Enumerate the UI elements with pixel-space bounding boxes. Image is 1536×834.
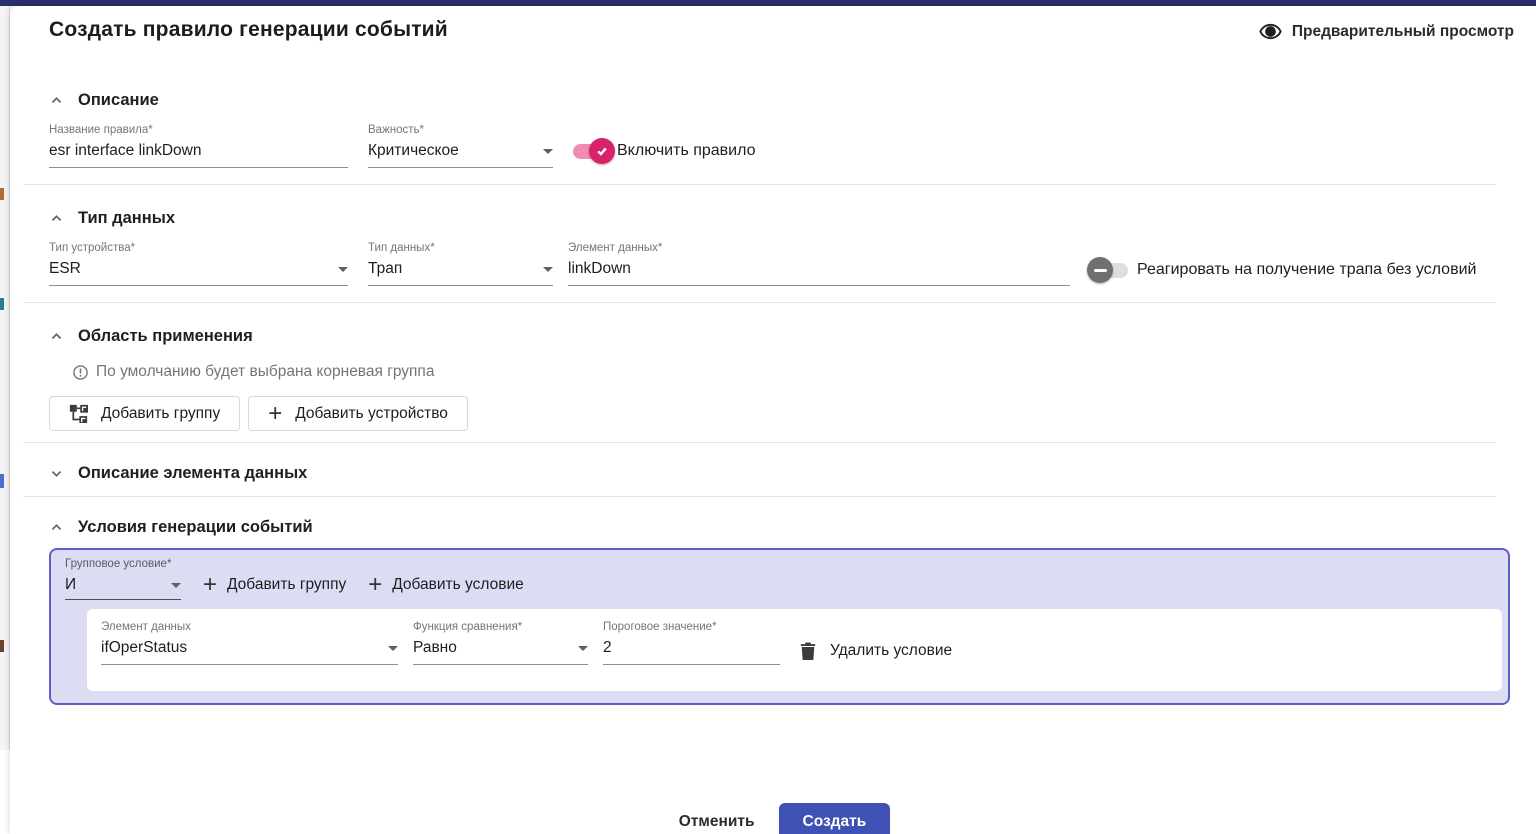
section-header-description[interactable]: Описание — [49, 90, 1510, 110]
chevron-down-icon — [388, 646, 398, 651]
section-divider — [23, 184, 1496, 185]
data-kind-value: Трап — [368, 260, 537, 278]
enable-rule-toggle[interactable] — [570, 138, 610, 164]
create-rule-dialog: Создать правило генерации событий Предва… — [10, 6, 1536, 834]
section-title: Область применения — [78, 327, 253, 346]
add-group-button-label: Добавить группу — [101, 405, 220, 423]
add-device-button-label: Добавить устройство — [295, 405, 448, 423]
background-fleck — [0, 298, 4, 310]
trap-no-condition-toggle[interactable] — [1090, 257, 1130, 283]
data-kind-field: Тип данных* Трап — [368, 242, 553, 286]
preview-label: Предварительный просмотр — [1292, 23, 1514, 41]
plus-icon: + — [368, 576, 382, 594]
device-type-value: ESR — [49, 260, 332, 278]
eye-icon — [1259, 20, 1282, 43]
add-condition-button[interactable]: + Добавить условие — [368, 576, 524, 600]
condition-row: Элемент данных ifOperStatus Функция срав… — [87, 609, 1502, 691]
condition-element-select[interactable]: ifOperStatus — [101, 635, 398, 665]
check-icon — [595, 144, 609, 158]
section-divider — [23, 496, 1496, 497]
section-header-conditions[interactable]: Условия генерации событий — [49, 517, 1510, 537]
section-divider — [23, 442, 1496, 443]
device-type-field: Тип устройства* ESR — [49, 242, 348, 286]
chevron-up-icon — [49, 520, 64, 535]
cancel-button[interactable]: Отменить — [669, 805, 765, 834]
rule-name-field: Название правила* — [49, 124, 348, 168]
chevron-up-icon — [49, 329, 64, 344]
data-element-input[interactable] — [568, 260, 1070, 278]
background-fleck — [0, 474, 4, 488]
scope-info-text: По умолчанию будет выбрана корневая груп… — [96, 363, 434, 381]
chevron-down-icon — [578, 646, 588, 651]
scope-info-row: По умолчанию будет выбрана корневая груп… — [72, 363, 1510, 381]
enable-rule-toggle-label: Включить правило — [617, 142, 756, 160]
delete-condition-button[interactable]: Удалить условие — [799, 641, 952, 661]
data-kind-select[interactable]: Трап — [368, 256, 553, 286]
add-group-button[interactable]: Добавить группу — [49, 396, 240, 431]
section-title: Тип данных — [78, 209, 175, 228]
section-title: Условия генерации событий — [78, 518, 313, 537]
condition-threshold-label: Пороговое значение* — [603, 621, 780, 635]
chevron-up-icon — [49, 211, 64, 226]
group-condition-label: Групповое условие* — [65, 558, 181, 572]
device-type-label: Тип устройства* — [49, 242, 348, 256]
section-header-scope[interactable]: Область применения — [49, 326, 1510, 346]
chevron-down-icon — [171, 583, 181, 588]
plus-icon: + — [203, 576, 217, 594]
plus-icon: + — [268, 405, 282, 423]
chevron-up-icon — [49, 93, 64, 108]
rule-name-label: Название правила* — [49, 124, 348, 138]
condition-function-label: Функция сравнения* — [413, 621, 588, 635]
severity-select[interactable]: Критическое — [368, 138, 553, 168]
trash-icon — [799, 641, 817, 661]
toggle-thumb — [1087, 257, 1113, 283]
condition-function-field: Функция сравнения* Равно — [413, 621, 588, 665]
info-icon — [72, 364, 89, 381]
add-condition-label: Добавить условие — [392, 576, 524, 594]
background-fleck — [0, 640, 4, 652]
condition-threshold-field: Пороговое значение* — [603, 621, 780, 665]
severity-value: Критическое — [368, 142, 537, 160]
section-divider — [23, 302, 1496, 303]
background-left-strip — [0, 6, 10, 750]
condition-threshold-input[interactable] — [603, 639, 780, 657]
condition-element-label: Элемент данных — [101, 621, 398, 635]
trap-no-condition-toggle-label: Реагировать на получение трапа без услов… — [1137, 261, 1476, 279]
severity-field: Важность* Критическое — [368, 124, 553, 168]
device-type-select[interactable]: ESR — [49, 256, 348, 286]
condition-function-value: Равно — [413, 639, 572, 657]
add-condition-group-button[interactable]: + Добавить группу — [203, 576, 346, 600]
delete-condition-label: Удалить условие — [830, 642, 952, 660]
group-condition-select[interactable]: И — [65, 572, 181, 600]
condition-element-value: ifOperStatus — [101, 639, 382, 657]
preview-button[interactable]: Предварительный просмотр — [1259, 20, 1514, 43]
section-title: Описание элемента данных — [78, 464, 307, 483]
background-fleck — [0, 188, 4, 200]
condition-element-field: Элемент данных ifOperStatus — [101, 621, 398, 665]
add-device-button[interactable]: + Добавить устройство — [248, 396, 468, 431]
toggle-thumb — [589, 138, 615, 164]
data-element-label: Элемент данных* — [568, 242, 1070, 256]
chevron-down-icon — [543, 149, 553, 154]
chevron-down-icon — [543, 267, 553, 272]
add-condition-group-label: Добавить группу — [227, 576, 346, 594]
group-tree-icon — [69, 404, 88, 423]
minus-icon — [1094, 269, 1107, 272]
condition-group-box: Групповое условие* И + Добавить группу +… — [49, 548, 1510, 705]
data-kind-label: Тип данных* — [368, 242, 553, 256]
section-header-element-description[interactable]: Описание элемента данных — [49, 463, 1510, 483]
group-condition-field: Групповое условие* И — [65, 558, 181, 600]
chevron-down-icon — [49, 466, 64, 481]
chevron-down-icon — [338, 267, 348, 272]
section-title: Описание — [78, 91, 159, 110]
condition-function-select[interactable]: Равно — [413, 635, 588, 665]
data-element-field: Элемент данных* — [568, 242, 1070, 286]
section-header-data-type[interactable]: Тип данных — [49, 208, 1510, 228]
group-condition-value: И — [65, 576, 165, 594]
severity-label: Важность* — [368, 124, 553, 138]
create-button[interactable]: Создать — [779, 803, 891, 834]
rule-name-input[interactable] — [49, 142, 348, 160]
